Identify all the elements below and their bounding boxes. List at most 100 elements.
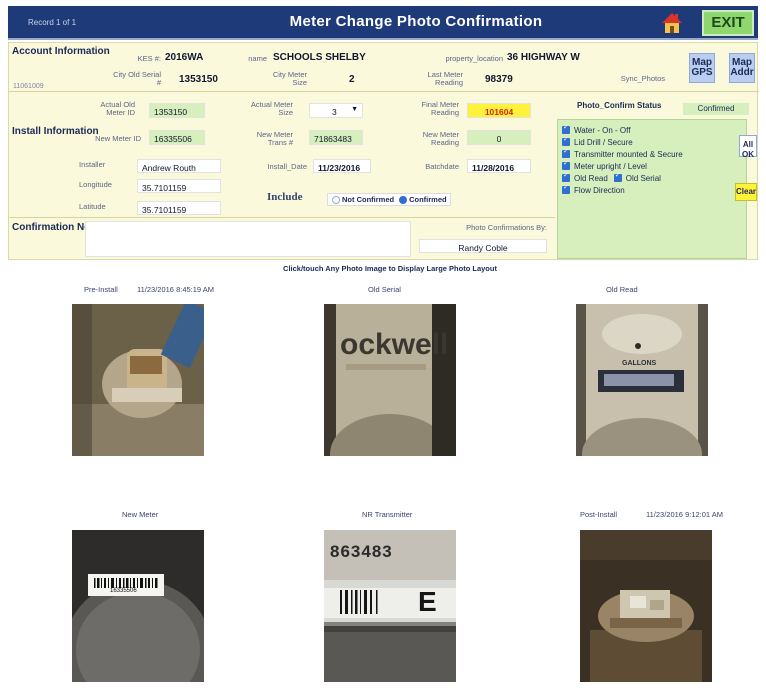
check-flow-direction[interactable]: Flow Direction bbox=[562, 183, 742, 196]
radio-confirmed[interactable]: Confirmed bbox=[399, 195, 447, 204]
checkbox-checked-icon bbox=[562, 183, 570, 194]
radio-not-confirmed-label: Not Confirmed bbox=[342, 194, 395, 204]
photo-old-serial[interactable]: ockwell bbox=[324, 304, 456, 456]
include-radio-group[interactable]: Not Confirmed Confirmed bbox=[327, 193, 451, 206]
account-id: 11061009 bbox=[13, 83, 44, 90]
batchdate-field[interactable]: 11/28/2016 bbox=[467, 159, 531, 173]
last-meter-reading-value: 98379 bbox=[485, 74, 513, 85]
latitude-field[interactable]: 35.7101159 bbox=[137, 201, 221, 215]
include-label: Include bbox=[267, 191, 303, 203]
check-label: Old Serial bbox=[625, 173, 661, 183]
photo-confirmations-by-field[interactable]: Randy Coble bbox=[419, 239, 547, 253]
new-meter-barcode-text: 16335506 bbox=[110, 588, 137, 594]
check-label: Old Read bbox=[574, 173, 608, 183]
clear-button[interactable]: Clear bbox=[735, 183, 757, 201]
name-value: SCHOOLS SHELBY bbox=[273, 52, 366, 63]
check-label: Lid Drill / Secure bbox=[574, 137, 633, 147]
photo-confirm-status-value: Confirmed bbox=[683, 103, 749, 115]
record-navigator[interactable]: Record 1 of 1 bbox=[28, 18, 76, 27]
checkbox-checked-icon bbox=[562, 171, 570, 182]
final-meter-reading-field[interactable]: 101604 bbox=[467, 103, 531, 118]
check-lid-drill-secure[interactable]: Lid Drill / Secure bbox=[562, 135, 742, 148]
actual-meter-size-select[interactable]: 3 ▼ bbox=[309, 103, 363, 118]
latitude-label: Latitude bbox=[79, 202, 106, 211]
photo-caption-new-meter: New Meter bbox=[122, 510, 159, 519]
actual-old-meter-id-field[interactable]: 1353150 bbox=[149, 103, 205, 118]
meter-form: Account Information 11061009 KES #: 2016… bbox=[8, 42, 759, 260]
kes-label: KES #: bbox=[137, 54, 161, 63]
property-location-label: property_location bbox=[445, 54, 503, 63]
confirmation-notes-field[interactable] bbox=[85, 221, 411, 257]
new-meter-id-field[interactable]: 16335506 bbox=[149, 130, 205, 145]
checkbox-checked-icon bbox=[562, 135, 570, 146]
actual-meter-size-label: Actual Meter Size bbox=[250, 100, 293, 117]
photo-nr-transmitter[interactable]: 863483 E bbox=[324, 530, 456, 682]
new-meter-reading-label: New Meter Reading bbox=[422, 130, 459, 147]
transmitter-number-text: 863483 bbox=[330, 542, 393, 561]
check-old-read-serial: Old Read Old Serial bbox=[562, 171, 742, 184]
last-meter-reading-label: Last Meter Reading bbox=[427, 70, 463, 87]
photo-post-install[interactable] bbox=[580, 530, 712, 682]
title-bar: Record 1 of 1 Meter Change Photo Confirm… bbox=[8, 6, 758, 40]
check-label: Flow Direction bbox=[574, 185, 625, 195]
photo-timestamp-post-install: 11/23/2016 9:12:01 AM bbox=[646, 510, 724, 519]
photo-old-read[interactable]: GALLONS bbox=[576, 304, 708, 456]
longitude-field[interactable]: 35.7101159 bbox=[137, 179, 221, 193]
transmitter-letter-text: E bbox=[418, 586, 437, 617]
photo-caption-nr-transmitter: NR Transmitter bbox=[362, 510, 413, 519]
actual-meter-size-value: 3 bbox=[332, 107, 337, 117]
photo-caption-old-serial: Old Serial bbox=[368, 285, 401, 294]
new-meter-trans-field[interactable]: 71863483 bbox=[309, 130, 363, 145]
city-meter-size-value: 2 bbox=[349, 74, 355, 85]
chevron-down-icon: ▼ bbox=[351, 106, 358, 113]
longitude-label: Longitude bbox=[79, 180, 112, 189]
photo-caption-old-read: Old Read bbox=[606, 285, 638, 294]
exit-button[interactable]: EXIT bbox=[702, 10, 754, 36]
kes-value: 2016WA bbox=[165, 52, 204, 63]
radio-selected-icon bbox=[399, 196, 408, 204]
batchdate-label: Batchdate bbox=[425, 162, 459, 171]
city-old-serial-value: 1353150 bbox=[179, 74, 218, 85]
installer-field[interactable]: Andrew Routh bbox=[137, 159, 221, 173]
new-meter-id-label: New Meter ID bbox=[95, 134, 141, 143]
section-divider bbox=[9, 91, 759, 92]
radio-not-confirmed[interactable]: Not Confirmed bbox=[332, 195, 394, 204]
install-date-label: Install_Date bbox=[267, 162, 307, 171]
install-date-field[interactable]: 11/23/2016 bbox=[313, 159, 371, 173]
map-addr-button[interactable]: Map Addr bbox=[729, 53, 755, 83]
photo-new-meter[interactable]: 16335506 bbox=[72, 530, 204, 682]
photo-caption-pre-install: Pre-Install bbox=[84, 285, 118, 294]
check-label: Water - On - Off bbox=[574, 125, 631, 135]
sync-photos-label[interactable]: Sync_Photos bbox=[615, 75, 665, 83]
map-gps-button[interactable]: Map GPS bbox=[689, 53, 715, 83]
installer-label: Installer bbox=[79, 160, 106, 169]
checkbox-checked-icon bbox=[562, 147, 570, 158]
checkbox-checked-icon bbox=[562, 123, 570, 134]
city-old-serial-label: City Old Serial # bbox=[113, 70, 161, 87]
new-meter-reading-field[interactable]: 0 bbox=[467, 130, 531, 145]
check-water-on-off[interactable]: Water - On - Off bbox=[562, 123, 742, 136]
photo-hint-text: Click/touch Any Photo Image to Display L… bbox=[283, 264, 497, 273]
name-label: name bbox=[248, 54, 267, 63]
property-location-value: 36 HIGHWAY W bbox=[507, 52, 580, 63]
radio-circle-icon bbox=[332, 196, 340, 204]
photo-confirmations-by-label: Photo Confirmations By: bbox=[466, 223, 547, 232]
actual-old-meter-id-label: Actual Old Meter ID bbox=[100, 100, 135, 117]
check-label: Transmitter mounted & Secure bbox=[574, 149, 683, 159]
city-meter-size-label: City Meter Size bbox=[272, 70, 307, 87]
check-transmitter-mounted[interactable]: Transmitter mounted & Secure bbox=[562, 147, 742, 160]
old-read-unit-text: GALLONS bbox=[622, 360, 657, 367]
photo-pre-install[interactable] bbox=[72, 304, 204, 456]
old-serial-brand-text: ockwell bbox=[340, 328, 449, 361]
photo-timestamp-pre-install: 11/23/2016 8:45:19 AM bbox=[137, 285, 215, 294]
radio-confirmed-label: Confirmed bbox=[409, 194, 447, 204]
check-old-serial[interactable]: Old Serial bbox=[613, 171, 661, 183]
check-meter-upright[interactable]: Meter upright / Level bbox=[562, 159, 742, 172]
check-label: Meter upright / Level bbox=[574, 161, 647, 171]
check-old-read[interactable]: Old Read bbox=[562, 171, 608, 183]
all-ok-button[interactable]: All OK bbox=[739, 135, 757, 159]
home-icon[interactable] bbox=[660, 11, 684, 35]
final-meter-reading-label: Final Meter Reading bbox=[421, 100, 459, 117]
checkbox-checked-icon bbox=[613, 171, 622, 182]
checkbox-checked-icon bbox=[562, 159, 570, 170]
